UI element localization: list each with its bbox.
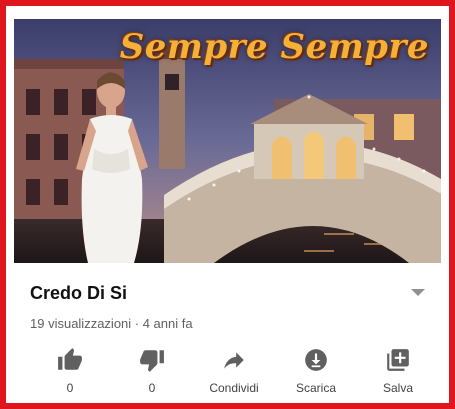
thumbs-down-icon <box>140 350 164 372</box>
download-icon <box>305 349 327 371</box>
like-count: 0 <box>66 381 74 395</box>
video-info-panel: Credo Di Si 19 visualizzazioni · 4 anni … <box>14 263 441 403</box>
share-icon <box>224 352 244 369</box>
download-label: Scarica <box>295 381 336 395</box>
share-button[interactable]: Condividi <box>194 347 274 399</box>
video-meta: 19 visualizzazioni · 4 anni fa <box>30 316 193 331</box>
thumbnail-overlay-title: Sempre Sempre <box>119 27 429 67</box>
dislike-count: 0 <box>148 381 156 395</box>
thumbs-up-icon <box>58 348 82 370</box>
like-button[interactable]: 0 <box>30 347 110 399</box>
video-title: Credo Di Si <box>30 283 128 303</box>
video-thumbnail[interactable]: Sempre Sempre <box>14 19 441 263</box>
save-button[interactable]: Salva <box>358 347 438 399</box>
download-button[interactable]: Scarica <box>276 347 356 399</box>
expand-description-chevron-icon[interactable] <box>411 289 425 296</box>
action-bar: 0 0 Condividi Scarica Salva <box>14 347 441 399</box>
dislike-button[interactable]: 0 <box>112 347 192 399</box>
save-label: Salva <box>382 381 414 395</box>
save-playlist-icon <box>387 349 409 371</box>
share-label: Condividi <box>209 381 259 395</box>
